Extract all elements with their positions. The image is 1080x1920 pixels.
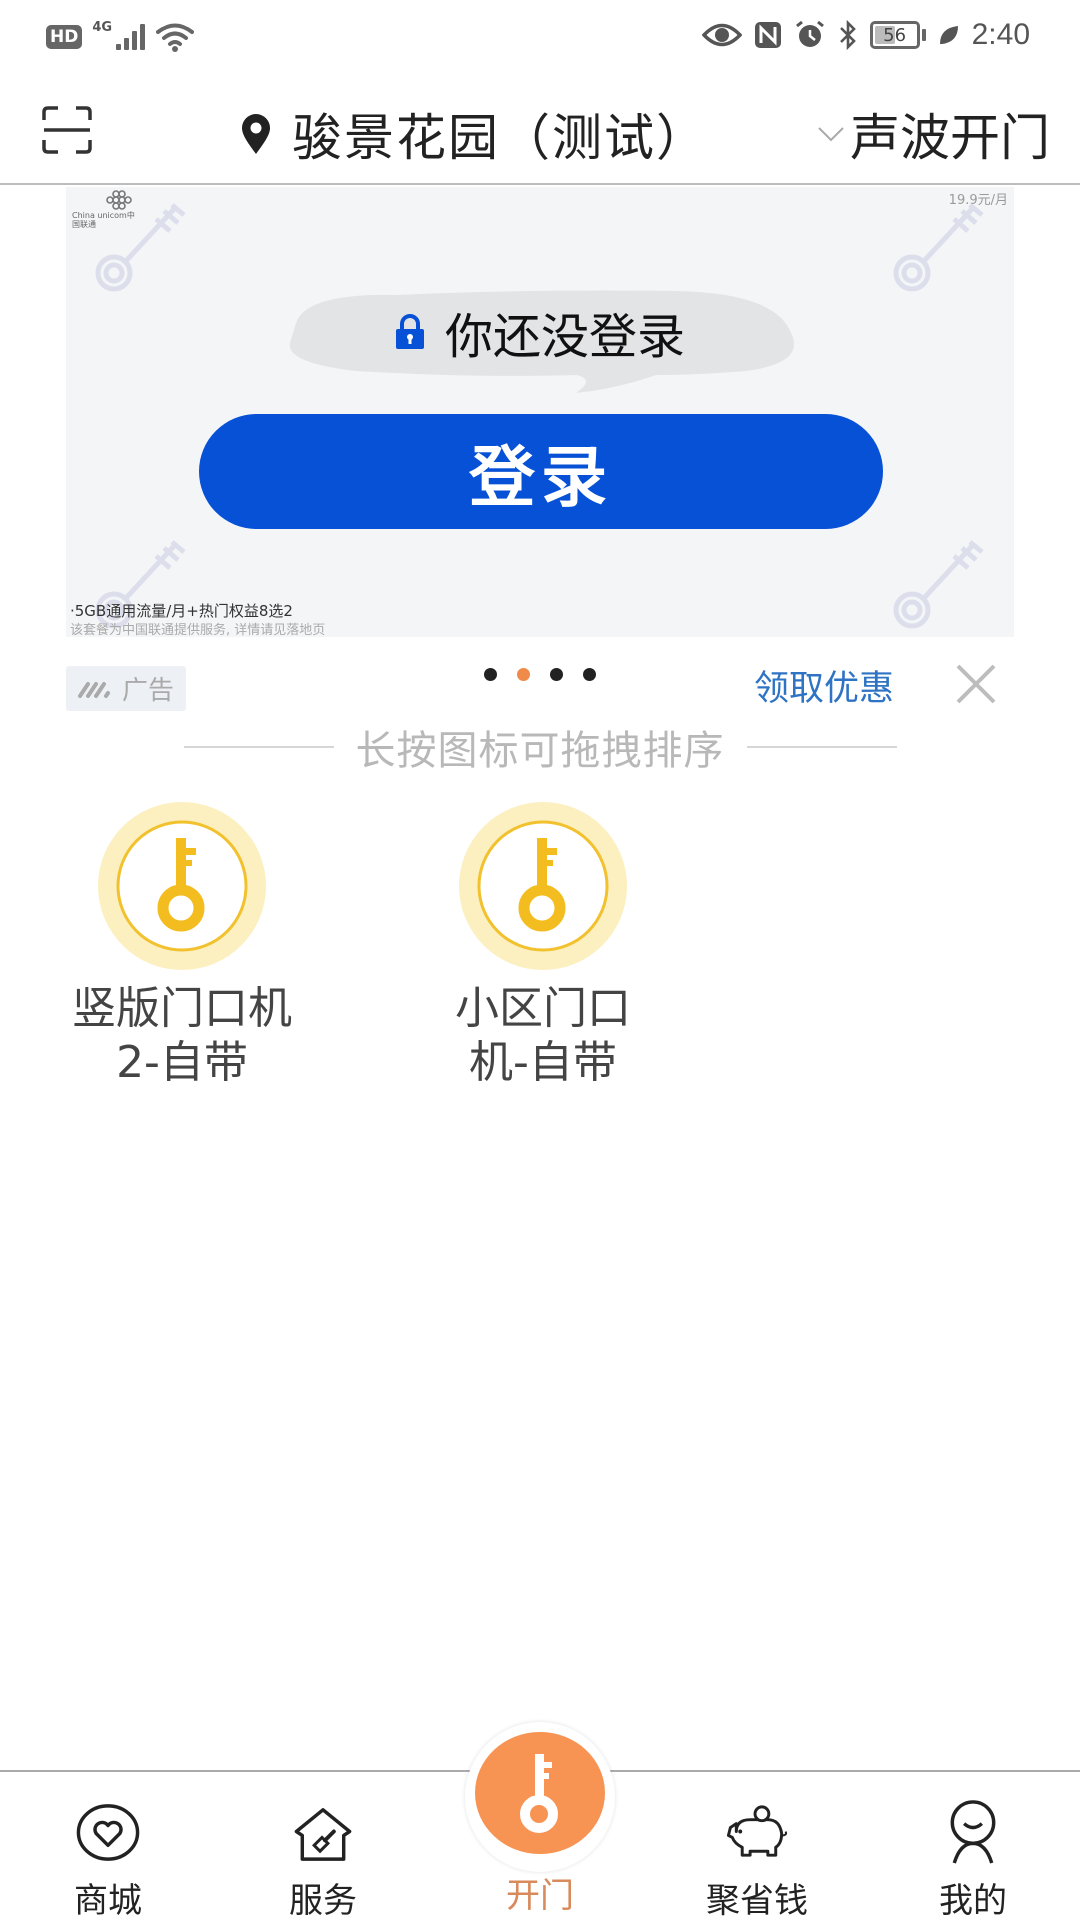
key-icon — [520, 1754, 558, 1833]
watermark-key-icon — [95, 203, 186, 292]
open-door-button[interactable] — [475, 1732, 605, 1854]
divider — [746, 746, 897, 748]
alarm-icon — [795, 20, 824, 47]
ad-footer: 广告 领取优惠 — [66, 648, 1014, 718]
leaf-icon — [939, 26, 958, 44]
promo-disclaimer: 该套餐为中国联通提供服务, 详情请见落地页 — [70, 623, 326, 637]
door-item[interactable]: 竖版门口机 2-自带 — [32, 800, 332, 1090]
key-icon — [459, 802, 627, 970]
status-left: HD 4G — [46, 19, 195, 52]
door-name-line2: 机-自带 — [469, 1037, 617, 1088]
scan-icon — [42, 106, 92, 154]
not-logged-in-text: 你还没登录 — [444, 309, 685, 365]
ad-brand-icon — [78, 681, 110, 698]
eye-icon — [701, 23, 742, 47]
nav-item-open-door[interactable] — [465, 1722, 615, 1872]
drag-sort-hint: 长按图标可拖拽排序 — [130, 722, 950, 774]
battery-tip — [921, 29, 926, 41]
door-name-line2: 2-自带 — [116, 1037, 248, 1088]
community-name: 骏景花园（测试） — [292, 109, 708, 167]
scan-button[interactable] — [40, 104, 94, 156]
clock: 2:40 — [971, 18, 1030, 51]
heart-circle-icon — [76, 1804, 140, 1861]
pager-dot-active[interactable] — [517, 668, 530, 681]
status-bar: HD 4G 56 2:40 — [0, 0, 1080, 75]
key-icon — [98, 802, 266, 970]
sonic-open-label: 声波开门 — [850, 109, 1050, 167]
nav-label-open-door[interactable]: 开门 — [465, 1868, 615, 1917]
promo-text: ·5GB通用流量/月+热门权益8选2 — [70, 602, 293, 620]
chevron-down-icon — [818, 127, 844, 142]
nav-item-mall[interactable]: 商城 — [28, 1772, 188, 1920]
piggy-bank-icon — [726, 1805, 788, 1857]
nav-label: 服务 — [289, 1881, 357, 1920]
door-name-line1: 小区门口 — [455, 983, 631, 1034]
nav-item-mine[interactable]: 我的 — [893, 1772, 1053, 1920]
hd-icon: HD — [46, 25, 83, 49]
nav-item-save-money[interactable]: 聚省钱 — [677, 1772, 837, 1920]
ad-label: 广告 — [122, 676, 175, 706]
community-selector[interactable]: 骏景花园（测试） — [240, 98, 708, 170]
watermark-key-icon — [893, 203, 984, 292]
network-type-label: 4G — [92, 19, 113, 35]
login-button[interactable]: 登录 — [199, 414, 883, 529]
nav-item-service[interactable]: 服务 — [243, 1772, 403, 1920]
ad-badge: 广告 — [66, 666, 187, 711]
pager-dot[interactable] — [550, 668, 563, 681]
nav-label: 聚省钱 — [706, 1881, 808, 1920]
house-brush-icon — [294, 1808, 352, 1861]
door-name: 竖版门口机 2-自带 — [32, 982, 332, 1090]
nfc-icon — [754, 22, 781, 48]
bluetooth-icon — [839, 20, 856, 50]
watermark-key-icon — [893, 540, 984, 629]
nav-label: 商城 — [74, 1881, 142, 1920]
door-item[interactable]: 小区门口 机-自带 — [393, 800, 693, 1090]
battery-level: 56 — [883, 24, 907, 46]
divider — [183, 746, 334, 748]
login-button-label: 登录 — [469, 439, 613, 514]
ad-banner[interactable]: China unicom中国联通 19.9元/月 你还没登录 登录 ·5GB通用… — [66, 187, 1014, 637]
lock-icon — [395, 314, 424, 349]
sonic-open-button[interactable]: 声波开门 — [816, 98, 1050, 170]
wifi-icon — [156, 23, 195, 52]
battery-icon: 56 — [869, 21, 920, 49]
carousel-pager — [484, 668, 596, 681]
location-pin-icon — [242, 114, 270, 154]
door-name: 小区门口 机-自带 — [393, 982, 693, 1090]
status-right: 56 2:40 — [701, 18, 1030, 52]
signal-icon — [116, 24, 146, 50]
top-header: 骏景花园（测试） 声波开门 — [0, 80, 1080, 185]
door-name-line1: 竖版门口机 — [72, 983, 292, 1034]
close-icon[interactable] — [954, 662, 998, 706]
nav-label: 我的 — [939, 1881, 1007, 1920]
claim-coupon-link[interactable]: 领取优惠 — [754, 660, 894, 711]
not-logged-in-prompt: 你还没登录 — [66, 297, 1014, 367]
user-icon — [950, 1800, 996, 1864]
pager-dot[interactable] — [583, 668, 596, 681]
pager-dot[interactable] — [484, 668, 497, 681]
hint-text: 长按图标可拖拽排序 — [355, 728, 725, 774]
